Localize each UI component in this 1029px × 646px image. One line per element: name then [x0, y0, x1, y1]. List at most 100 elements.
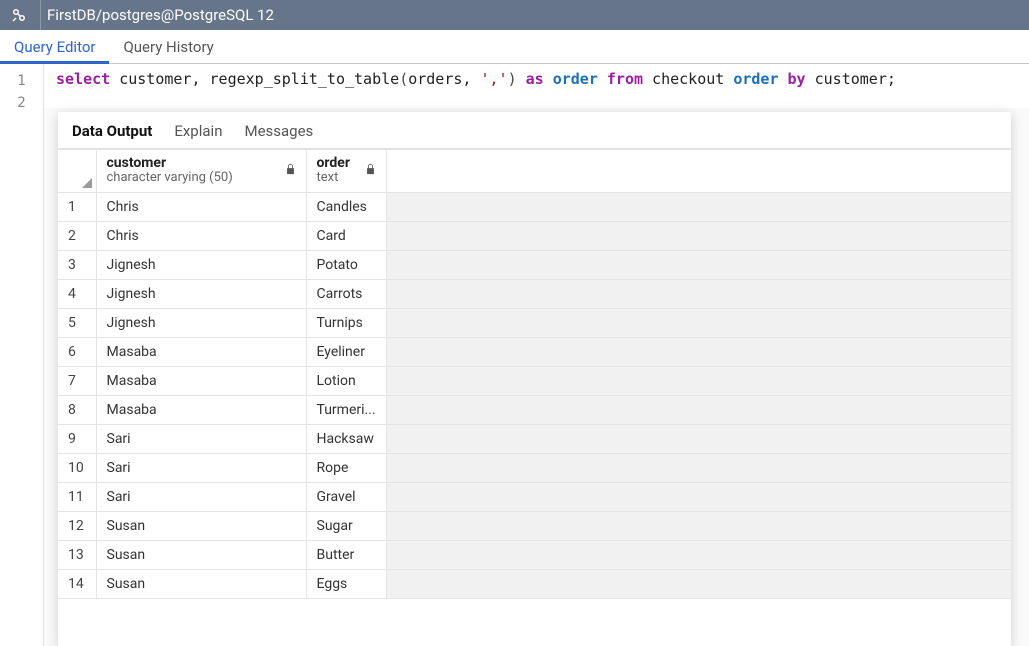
cell-order[interactable]: Card [306, 221, 386, 250]
table-row[interactable]: 5JigneshTurnips [58, 308, 1011, 337]
cell-filler [386, 337, 1011, 366]
row-number: 9 [58, 424, 96, 453]
output-tabs: Data Output Explain Messages [58, 112, 1011, 148]
cell-order[interactable]: Potato [306, 250, 386, 279]
sql-token: , [191, 70, 200, 88]
cell-filler [386, 221, 1011, 250]
cell-customer[interactable]: Masaba [96, 395, 306, 424]
sql-token: ',' [471, 70, 507, 88]
output-tab-data[interactable]: Data Output [72, 122, 152, 140]
sql-token: order [544, 70, 598, 88]
query-tool-icon [6, 3, 32, 27]
cell-customer[interactable]: Chris [96, 192, 306, 221]
grid-corner[interactable] [58, 150, 96, 193]
table-row[interactable]: 11SariGravel [58, 482, 1011, 511]
column-header-order[interactable]: order text [306, 150, 386, 193]
row-number: 3 [58, 250, 96, 279]
cell-customer[interactable]: Chris [96, 221, 306, 250]
cell-order[interactable]: Rope [306, 453, 386, 482]
line-number: 2 [0, 92, 43, 114]
table-row[interactable]: 2ChrisCard [58, 221, 1011, 250]
cell-order[interactable]: Candles [306, 192, 386, 221]
cell-customer[interactable]: Susan [96, 540, 306, 569]
tab-query-history[interactable]: Query History [109, 30, 227, 63]
sql-token: ) [508, 70, 517, 88]
cell-order[interactable]: Gravel [306, 482, 386, 511]
column-name: customer [107, 156, 233, 171]
titlebar: FirstDB/postgres@PostgreSQL 12 [0, 0, 1029, 30]
output-panel: Data Output Explain Messages custom [58, 112, 1011, 646]
cell-customer[interactable]: Jignesh [96, 250, 306, 279]
tab-query-editor[interactable]: Query Editor [0, 30, 109, 63]
editor-gutter: 1 2 [0, 64, 44, 646]
sql-token: select [56, 70, 110, 88]
cell-filler [386, 482, 1011, 511]
cell-order[interactable]: Carrots [306, 279, 386, 308]
row-number: 7 [58, 366, 96, 395]
result-grid[interactable]: customer character varying (50) [58, 148, 1011, 646]
sql-token: customer; [806, 70, 896, 88]
cell-order[interactable]: Hacksaw [306, 424, 386, 453]
table-row[interactable]: 8MasabaTurmeri... [58, 395, 1011, 424]
lock-icon [365, 163, 376, 179]
output-tab-explain[interactable]: Explain [174, 122, 222, 140]
cell-order[interactable]: Lotion [306, 366, 386, 395]
cell-order[interactable]: Eggs [306, 569, 386, 598]
cell-customer[interactable]: Susan [96, 511, 306, 540]
row-number: 8 [58, 395, 96, 424]
row-number: 12 [58, 511, 96, 540]
cell-filler [386, 192, 1011, 221]
cell-customer[interactable]: Sari [96, 424, 306, 453]
cell-filler [386, 279, 1011, 308]
connection-title: FirstDB/postgres@PostgreSQL 12 [40, 0, 1023, 30]
cell-customer[interactable]: Jignesh [96, 308, 306, 337]
cell-order[interactable]: Turmeri... [306, 395, 386, 424]
sql-token: regexp_split_to_table [201, 70, 400, 88]
cell-customer[interactable]: Sari [96, 453, 306, 482]
cell-order[interactable]: Sugar [306, 511, 386, 540]
line-number: 1 [0, 70, 43, 92]
row-number: 13 [58, 540, 96, 569]
table-row[interactable]: 4JigneshCarrots [58, 279, 1011, 308]
cell-order[interactable]: Eyeliner [306, 337, 386, 366]
table-row[interactable]: 13SusanButter [58, 540, 1011, 569]
table-row[interactable]: 7MasabaLotion [58, 366, 1011, 395]
cell-customer[interactable]: Jignesh [96, 279, 306, 308]
cell-customer[interactable]: Susan [96, 569, 306, 598]
sql-editor[interactable]: select customer, regexp_split_to_table(o… [44, 64, 1029, 108]
table-row[interactable]: 10SariRope [58, 453, 1011, 482]
cell-customer[interactable]: Masaba [96, 337, 306, 366]
result-table: customer character varying (50) [58, 149, 1011, 599]
cell-filler [386, 453, 1011, 482]
output-tab-messages[interactable]: Messages [244, 122, 313, 140]
row-number: 5 [58, 308, 96, 337]
cell-filler [386, 569, 1011, 598]
cell-filler [386, 540, 1011, 569]
cell-customer[interactable]: Masaba [96, 366, 306, 395]
row-number: 11 [58, 482, 96, 511]
cell-filler [386, 366, 1011, 395]
column-name: order [317, 156, 350, 171]
column-filler [386, 150, 1011, 193]
table-row[interactable]: 6MasabaEyeliner [58, 337, 1011, 366]
column-type: character varying (50) [107, 171, 233, 185]
row-number: 1 [58, 192, 96, 221]
table-row[interactable]: 9SariHacksaw [58, 424, 1011, 453]
row-number: 4 [58, 279, 96, 308]
table-row[interactable]: 14SusanEggs [58, 569, 1011, 598]
cell-order[interactable]: Turnips [306, 308, 386, 337]
table-row[interactable]: 12SusanSugar [58, 511, 1011, 540]
table-row[interactable]: 1ChrisCandles [58, 192, 1011, 221]
row-number: 2 [58, 221, 96, 250]
output-tab-label: Messages [244, 122, 313, 140]
cell-customer[interactable]: Sari [96, 482, 306, 511]
sql-token: as [517, 70, 544, 88]
sql-token: from [598, 70, 643, 88]
main-tabs: Query Editor Query History [0, 30, 1029, 64]
cell-order[interactable]: Butter [306, 540, 386, 569]
sql-token: orders [408, 70, 462, 88]
sql-token: order [733, 70, 778, 88]
row-number: 10 [58, 453, 96, 482]
table-row[interactable]: 3JigneshPotato [58, 250, 1011, 279]
column-header-customer[interactable]: customer character varying (50) [96, 150, 306, 193]
